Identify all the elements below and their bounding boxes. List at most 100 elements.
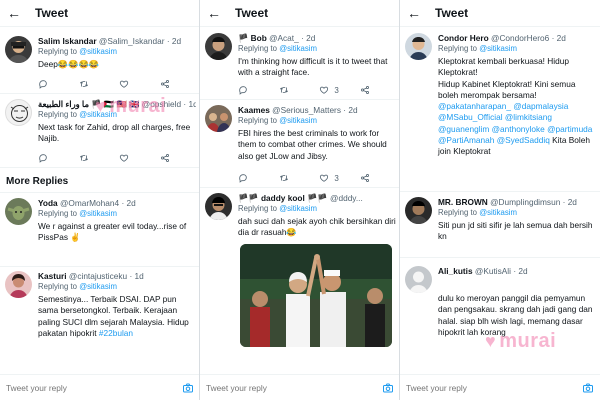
user-handle[interactable]: @cintajusticeku xyxy=(69,271,127,281)
like-button[interactable] xyxy=(119,153,147,163)
panel-separator xyxy=(199,0,200,400)
tweet-photo[interactable] xyxy=(240,244,392,347)
like-button[interactable]: 3 xyxy=(319,173,347,183)
tweet-text: Siti pun jd siti sifir je lah semua dah … xyxy=(438,220,593,242)
replying-to-link[interactable]: @sitikasim xyxy=(279,204,317,213)
like-button[interactable] xyxy=(119,79,147,89)
hashtag-link[interactable]: #22bulan xyxy=(99,328,133,338)
reply-input[interactable] xyxy=(406,382,582,393)
retweet-button[interactable] xyxy=(279,173,307,183)
divider xyxy=(400,257,600,258)
replying-label: Replying to xyxy=(38,209,78,218)
replying-to-link[interactable]: @sitikasim xyxy=(479,44,517,53)
avatar[interactable] xyxy=(205,193,232,220)
reply-button[interactable] xyxy=(238,85,266,95)
replying-to-link[interactable]: @sitikasim xyxy=(79,110,117,119)
divider xyxy=(200,187,400,188)
like-count: 3 xyxy=(334,173,339,183)
reply-icon xyxy=(238,173,248,183)
user-handle[interactable]: @Acat_ xyxy=(269,33,299,43)
timestamp[interactable]: · 1d xyxy=(129,271,143,281)
avatar[interactable] xyxy=(5,271,32,298)
back-arrow-icon[interactable]: ← xyxy=(7,5,21,21)
user-name[interactable]: ما وراء الطبيعة 🏴 🇵🇸 🇲🇾 🇬🇧 xyxy=(38,99,139,109)
user-name[interactable]: Kasturi xyxy=(38,271,67,281)
retweet-button[interactable] xyxy=(79,79,107,89)
reply-button[interactable] xyxy=(38,79,66,89)
avatar[interactable] xyxy=(205,33,232,60)
avatar[interactable] xyxy=(405,266,432,293)
user-handle[interactable]: @CondorHero6 xyxy=(491,33,549,43)
share-button[interactable] xyxy=(360,173,388,183)
camera-icon[interactable] xyxy=(382,382,394,394)
avatar[interactable] xyxy=(5,36,32,63)
replying-to-link[interactable]: @sitikasim xyxy=(79,209,117,218)
user-name[interactable]: Salim Iskandar xyxy=(38,36,97,46)
reply-icon xyxy=(38,79,48,89)
retweet-button[interactable] xyxy=(79,153,107,163)
user-handle[interactable]: @dddy... xyxy=(330,193,363,203)
user-handle[interactable]: @Dumplingdimsun xyxy=(490,197,560,207)
retweet-icon xyxy=(279,85,289,95)
avatar[interactable] xyxy=(205,105,232,132)
back-arrow-icon[interactable]: ← xyxy=(207,5,221,21)
avatar[interactable] xyxy=(5,99,32,126)
replying-to-link[interactable]: @sitikasim xyxy=(279,116,317,125)
user-name[interactable]: Kaames xyxy=(238,105,270,115)
timestamp[interactable]: · 2d xyxy=(167,36,181,46)
timestamp[interactable]: · 2d xyxy=(513,266,527,276)
replying-to-link[interactable]: @sitikasim xyxy=(79,47,117,56)
timestamp[interactable]: · 2d xyxy=(552,33,566,43)
reply-input[interactable] xyxy=(6,382,182,393)
tweet-actions xyxy=(38,152,188,164)
replying-to-link[interactable]: @sitikasim xyxy=(479,208,517,217)
user-name[interactable]: Condor Hero xyxy=(438,33,489,43)
retweet-icon xyxy=(79,153,89,163)
replying-label: Replying to xyxy=(38,110,78,119)
reply-input[interactable] xyxy=(206,382,382,393)
tweet-text: Deep😂😂😂😂 xyxy=(38,59,100,69)
tweet-text: I'm thinking how difficult is it to twee… xyxy=(238,56,388,78)
user-name[interactable]: 🏴 Bob xyxy=(238,33,267,43)
share-button[interactable] xyxy=(360,85,388,95)
avatar[interactable] xyxy=(5,198,32,225)
replying-label: Replying to xyxy=(38,47,78,56)
share-button[interactable] xyxy=(160,153,188,163)
timestamp[interactable]: · 1d xyxy=(183,99,196,109)
page-title: Tweet xyxy=(435,6,469,20)
timestamp[interactable]: · 2d xyxy=(121,198,135,208)
reply-button[interactable] xyxy=(38,153,66,163)
timestamp[interactable]: · 2d xyxy=(343,105,357,115)
page-title: Tweet xyxy=(235,6,269,20)
like-button[interactable]: 3 xyxy=(319,85,347,95)
timestamp[interactable]: · 2d xyxy=(301,33,315,43)
timestamp[interactable]: · 2d xyxy=(563,197,577,207)
user-name[interactable]: MR. BROWN xyxy=(438,197,488,207)
replying-to-link[interactable]: @sitikasim xyxy=(79,282,117,291)
retweet-button[interactable] xyxy=(279,85,307,95)
avatar[interactable] xyxy=(405,33,432,60)
user-name[interactable]: Ali_kutis xyxy=(438,266,473,276)
divider xyxy=(0,167,200,168)
user-handle[interactable]: @Serious_Matters xyxy=(272,105,341,115)
back-arrow-icon[interactable]: ← xyxy=(407,5,421,21)
avatar[interactable] xyxy=(405,197,432,224)
share-icon xyxy=(360,85,370,95)
tweet-text: Hidup Kabinet Kleptokrat! Kini semua bol… xyxy=(438,78,576,100)
replying-to-link[interactable]: @sitikasim xyxy=(279,44,317,53)
user-name[interactable]: Yoda xyxy=(38,198,58,208)
camera-icon[interactable] xyxy=(582,382,594,394)
user-handle[interactable]: @KutisAli xyxy=(475,266,511,276)
user-name[interactable]: 🏴🏴 daddy kool 🏴🏴 xyxy=(238,193,328,203)
reply-button[interactable] xyxy=(238,173,266,183)
replying-label: Replying to xyxy=(238,116,278,125)
camera-icon[interactable] xyxy=(182,382,194,394)
page-title: Tweet xyxy=(35,6,69,20)
share-icon xyxy=(160,79,170,89)
user-handle[interactable]: @OmarMohan4 xyxy=(60,198,119,208)
retweet-icon xyxy=(279,173,289,183)
share-button[interactable] xyxy=(160,79,188,89)
section-title: More Replies xyxy=(6,176,69,187)
user-handle[interactable]: @opshield xyxy=(142,99,181,109)
user-handle[interactable]: @Salim_Iskandar xyxy=(99,36,165,46)
